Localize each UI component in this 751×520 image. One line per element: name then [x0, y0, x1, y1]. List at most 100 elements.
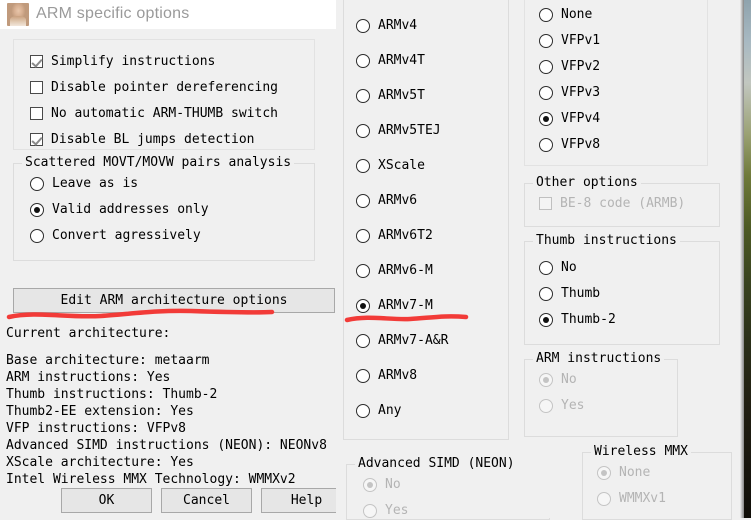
radio-armv8[interactable]: ARMv8 [356, 368, 417, 383]
radio-indicator[interactable] [539, 137, 553, 152]
button-label: OK [98, 493, 115, 508]
radio-indicator[interactable] [356, 263, 370, 278]
checkbox-no-automatic-arm-thumb-switch[interactable]: No automatic ARM-THUMB switch [30, 106, 278, 121]
radio-indicator[interactable] [356, 18, 370, 33]
radio-label: VFPv8 [561, 137, 601, 152]
radio-armv6-m[interactable]: ARMv6-M [356, 263, 433, 278]
group-legend: Advanced SIMD (NEON) [355, 456, 518, 471]
radio-indicator[interactable] [539, 286, 553, 301]
checkbox-indicator[interactable] [30, 81, 43, 94]
group-legend: Wireless MMX [591, 444, 691, 459]
radio-label: Yes [385, 503, 409, 518]
checkbox-simplify-instructions[interactable]: Simplify instructions [30, 54, 215, 69]
radio-neon-yes[interactable]: Yes [363, 503, 408, 518]
radio-vfp-none[interactable]: None [539, 7, 592, 22]
desktop-wallpaper-strip [744, 0, 751, 518]
radio-indicator[interactable] [356, 403, 370, 418]
radio-label: ARMv4T [378, 53, 425, 68]
cancel-button[interactable]: Cancel [161, 488, 252, 513]
radio-indicator[interactable] [356, 123, 370, 138]
radio-any[interactable]: Any [356, 403, 401, 418]
radio-neon-no[interactable]: No [363, 477, 401, 492]
radio-vfpv3[interactable]: VFPv3 [539, 85, 600, 100]
radio-indicator[interactable] [597, 465, 611, 480]
checkbox-label: Disable BL jumps detection [51, 132, 255, 147]
radio-vfpv1[interactable]: VFPv1 [539, 33, 600, 48]
checkbox-disable-pointer-dereferencing[interactable]: Disable pointer dereferencing [30, 80, 278, 95]
radio-thumb-2[interactable]: Thumb-2 [539, 312, 616, 327]
radio-indicator[interactable] [363, 503, 377, 518]
radio-label: ARMv6T2 [378, 228, 433, 243]
checkbox-indicator[interactable] [539, 197, 552, 210]
radio-indicator[interactable] [356, 158, 370, 173]
wireless-mmx-group: Wireless MMX None WMMXv1 [582, 444, 732, 520]
radio-armv5tej[interactable]: ARMv5TEJ [356, 123, 441, 138]
radio-vfpv4[interactable]: VFPv4 [539, 111, 600, 126]
radio-armv7-a-and-r[interactable]: ARMv7-A&R [356, 333, 448, 348]
checkbox-label: Simplify instructions [51, 54, 216, 69]
radio-label: ARMv7-M [378, 298, 433, 313]
radio-armv6[interactable]: ARMv6 [356, 193, 417, 208]
checkbox-indicator[interactable] [30, 55, 43, 68]
radio-label: No [385, 477, 401, 492]
radio-label: ARMv4 [378, 18, 418, 33]
radio-convert-agressively[interactable]: Convert agressively [30, 228, 201, 243]
arm-specific-options-dialog: ARM specific options Simplify instructio… [0, 0, 352, 518]
radio-label: Thumb-2 [561, 312, 616, 327]
radio-label: ARMv5T [378, 88, 425, 103]
radio-indicator[interactable] [539, 372, 553, 387]
current-architecture-label: Current architecture: [6, 326, 171, 341]
radio-indicator[interactable] [30, 202, 44, 217]
radio-indicator[interactable] [539, 398, 553, 413]
radio-armv6t2[interactable]: ARMv6T2 [356, 228, 433, 243]
radio-indicator[interactable] [30, 176, 44, 191]
radio-indicator[interactable] [356, 333, 370, 348]
radio-armv5t[interactable]: ARMv5T [356, 88, 425, 103]
radio-indicator[interactable] [597, 491, 611, 506]
radio-wmmx-none[interactable]: None [597, 465, 650, 480]
radio-label: VFPv2 [561, 59, 601, 74]
radio-indicator[interactable] [356, 53, 370, 68]
radio-indicator[interactable] [539, 111, 553, 126]
radio-label: Leave as is [52, 176, 139, 191]
radio-thumb[interactable]: Thumb [539, 286, 600, 301]
radio-indicator[interactable] [539, 260, 553, 275]
radio-arm-yes[interactable]: Yes [539, 398, 584, 413]
radio-wmmxv1[interactable]: WMMXv1 [597, 491, 666, 506]
radio-indicator[interactable] [539, 33, 553, 48]
radio-indicator[interactable] [539, 59, 553, 74]
checkbox-disable-bl-jumps-detection[interactable]: Disable BL jumps detection [30, 132, 255, 147]
ok-button[interactable]: OK [61, 488, 152, 513]
radio-label: Thumb [561, 286, 601, 301]
edit-arm-architecture-options-button[interactable]: Edit ARM architecture options [13, 288, 335, 313]
radio-armv4t[interactable]: ARMv4T [356, 53, 425, 68]
radio-xscale[interactable]: XScale [356, 158, 425, 173]
radio-armv7-m[interactable]: ARMv7-M [356, 298, 433, 313]
radio-indicator[interactable] [539, 85, 553, 100]
checkbox-indicator[interactable] [30, 133, 43, 146]
radio-indicator[interactable] [356, 193, 370, 208]
radio-indicator[interactable] [356, 88, 370, 103]
dialog-body: Simplify instructions Disable pointer de… [0, 29, 352, 518]
checkbox-be8-code-armb[interactable]: BE-8 code (ARMB) [539, 196, 685, 211]
radio-indicator[interactable] [356, 368, 370, 383]
radio-label: Convert agressively [52, 228, 201, 243]
checkbox-indicator[interactable] [30, 107, 43, 120]
radio-indicator[interactable] [539, 7, 553, 22]
radio-valid-addresses-only[interactable]: Valid addresses only [30, 202, 209, 217]
radio-indicator[interactable] [539, 312, 553, 327]
architecture-line-4: VFP instructions: VFPv8 [6, 421, 187, 436]
radio-leave-as-is[interactable]: Leave as is [30, 176, 138, 191]
radio-arm-no[interactable]: No [539, 372, 577, 387]
radio-vfpv8[interactable]: VFPv8 [539, 137, 600, 152]
architecture-line-2: Thumb instructions: Thumb-2 [6, 387, 218, 402]
radio-armv4[interactable]: ARMv4 [356, 18, 417, 33]
radio-indicator[interactable] [30, 228, 44, 243]
radio-vfpv2[interactable]: VFPv2 [539, 59, 600, 74]
radio-indicator[interactable] [363, 477, 377, 492]
radio-indicator[interactable] [356, 228, 370, 243]
radio-label: ARMv7-A&R [378, 333, 449, 348]
radio-indicator[interactable] [356, 298, 370, 313]
radio-label: ARMv6 [378, 193, 418, 208]
radio-thumb-no[interactable]: No [539, 260, 577, 275]
